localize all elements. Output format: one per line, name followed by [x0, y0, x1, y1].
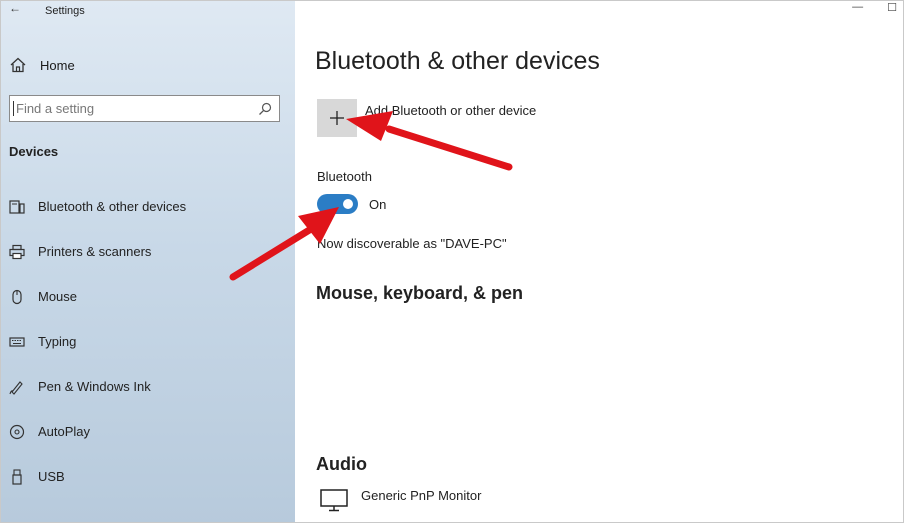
printer-icon — [9, 244, 25, 260]
sidebar-item-mouse[interactable]: Mouse — [1, 274, 295, 319]
maximize-button[interactable]: ☐ — [887, 1, 897, 14]
home-label: Home — [40, 57, 75, 73]
audio-device-item[interactable]: Generic PnP Monitor — [319, 487, 481, 513]
back-arrow-icon[interactable]: ← — [9, 1, 21, 15]
sidebar-item-autoplay[interactable]: AutoPlay — [1, 409, 295, 454]
bluetooth-devices-icon — [9, 199, 25, 215]
minimize-button[interactable]: — — [852, 1, 863, 14]
pen-icon — [9, 379, 25, 395]
add-device-tile[interactable] — [317, 99, 357, 137]
sidebar-item-label: USB — [38, 469, 65, 484]
window-controls: — ☐ — [852, 1, 897, 14]
sidebar-item-label: Typing — [38, 334, 77, 349]
section-label-devices: Devices — [9, 144, 59, 159]
add-device-label[interactable]: Add Bluetooth or other device — [365, 103, 536, 118]
audio-heading: Audio — [316, 454, 367, 474]
toggle-state: On — [369, 196, 387, 212]
keyboard-icon — [9, 334, 25, 350]
sidebar-item-label: Pen & Windows Ink — [38, 379, 151, 394]
sidebar-item-usb[interactable]: USB — [1, 454, 295, 499]
search-input[interactable] — [13, 101, 253, 116]
bluetooth-label: Bluetooth — [317, 169, 372, 184]
sidebar-item-pen[interactable]: Pen & Windows Ink — [1, 364, 295, 409]
sidebar-item-label: Mouse — [38, 289, 78, 304]
plus-icon — [330, 111, 344, 125]
sidebar-item-label: Printers & scanners — [38, 244, 152, 259]
settings-window: ← Settings Home Devices — [0, 0, 904, 523]
sidebar-item-label: AutoPlay — [38, 424, 91, 439]
sidebar-item-typing[interactable]: Typing — [1, 319, 295, 364]
nav-home[interactable]: Home — [7, 53, 287, 77]
mouse-icon — [9, 289, 25, 305]
main-content: — ☐ Bluetooth & other devices Add Blueto… — [295, 1, 903, 522]
sidebar-item-label: Bluetooth & other devices — [38, 199, 187, 214]
sidebar-item-bluetooth[interactable]: Bluetooth & other devices — [1, 184, 295, 229]
audio-device-label: Generic PnP Monitor — [361, 488, 482, 503]
app-title: Settings — [45, 5, 85, 17]
autoplay-icon — [9, 424, 25, 440]
mouse-keyboard-pen-heading: Mouse, keyboard, & pen — [316, 283, 524, 303]
toggle-knob — [343, 199, 353, 209]
sidebar-nav-list: Bluetooth & other devices Printers & sca… — [1, 184, 295, 499]
page-title: Bluetooth & other devices — [315, 47, 600, 75]
sidebar: ← Settings Home Devices — [1, 1, 295, 522]
monitor-icon — [320, 489, 348, 512]
search-icon[interactable] — [258, 102, 272, 116]
discoverable-text: Now discoverable as "DAVE-PC" — [317, 236, 507, 251]
usb-icon — [9, 468, 25, 485]
add-device-button[interactable]: Add Bluetooth or other device — [317, 99, 536, 137]
sidebar-item-printers[interactable]: Printers & scanners — [1, 229, 295, 274]
bluetooth-toggle-row: On — [317, 194, 386, 214]
bluetooth-toggle[interactable] — [317, 194, 358, 214]
search-box — [9, 95, 280, 122]
home-icon — [10, 57, 26, 73]
